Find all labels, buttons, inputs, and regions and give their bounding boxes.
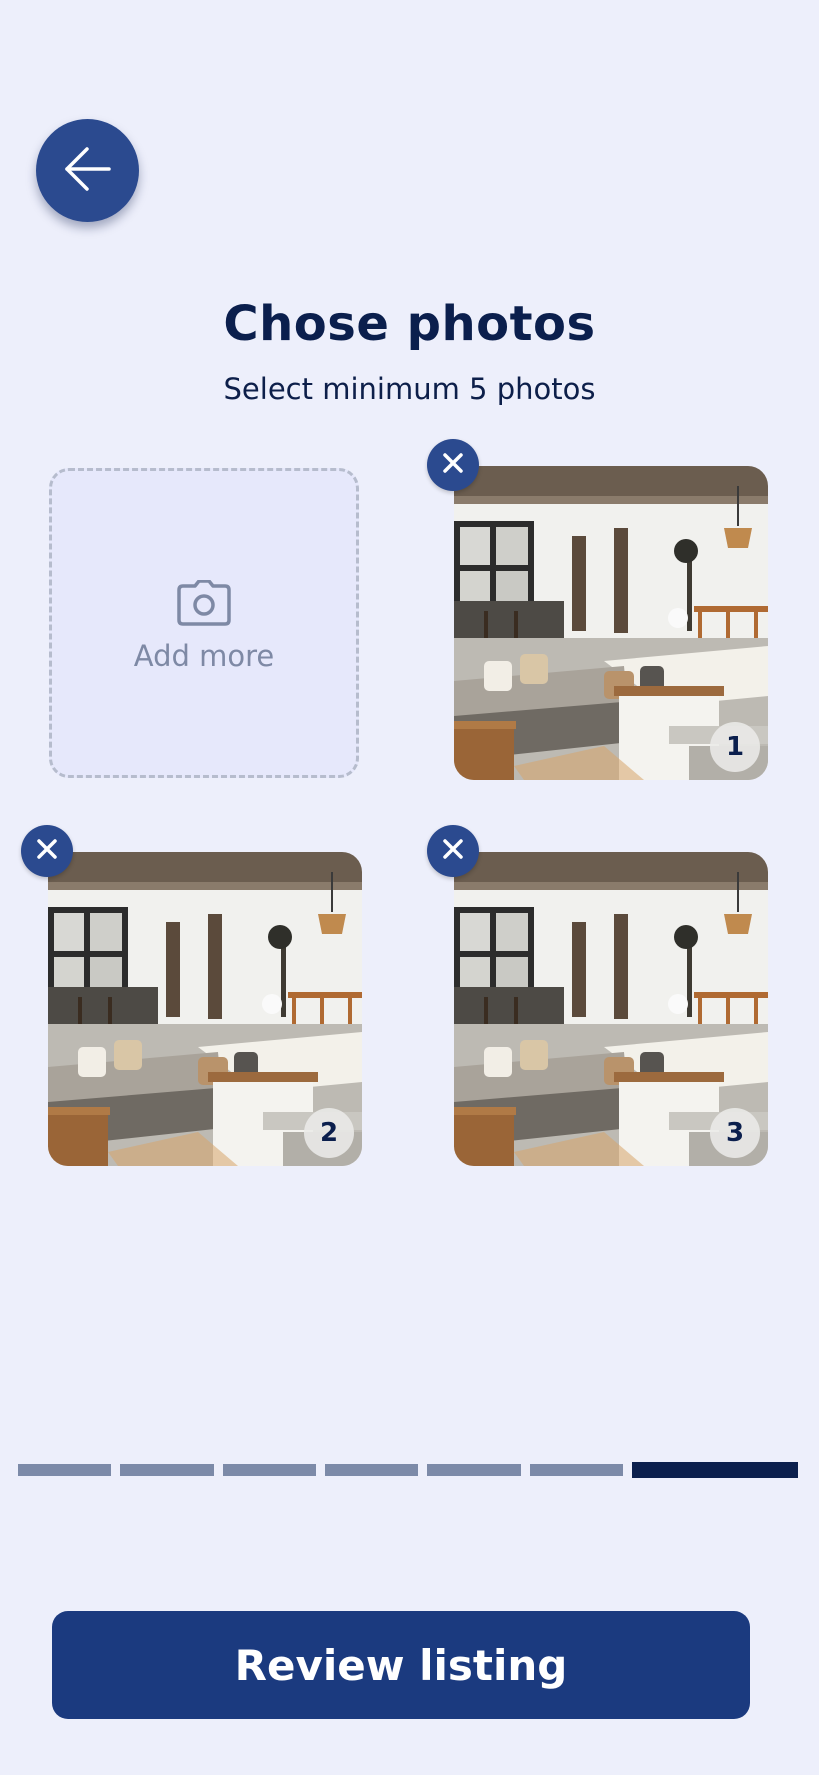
progress-step xyxy=(18,1464,112,1476)
add-more-label: Add more xyxy=(133,638,275,673)
remove-photo-button[interactable] xyxy=(427,825,479,877)
page-title: Chose photos xyxy=(223,296,596,352)
close-icon xyxy=(441,837,465,865)
progress-step xyxy=(325,1464,419,1476)
photo-order-badge: 3 xyxy=(710,1108,760,1158)
photo-tile-1[interactable]: 1 xyxy=(427,439,768,780)
photo-order-badge: 2 xyxy=(304,1108,354,1158)
review-listing-button[interactable]: Review listing xyxy=(52,1611,750,1719)
progress-step xyxy=(529,1464,623,1476)
photo-tile-3[interactable]: 3 xyxy=(427,825,768,1166)
back-button[interactable] xyxy=(36,119,139,222)
close-icon xyxy=(35,837,59,865)
progress-step xyxy=(222,1464,316,1476)
photo-order-badge: 1 xyxy=(710,722,760,772)
remove-photo-button[interactable] xyxy=(427,439,479,491)
close-icon xyxy=(441,451,465,479)
progress-step xyxy=(427,1464,521,1476)
camera-icon xyxy=(177,578,231,633)
arrow-left-icon xyxy=(59,140,117,202)
remove-photo-button[interactable] xyxy=(21,825,73,877)
page-subtitle: Select minimum 5 photos xyxy=(223,372,596,406)
progress-step-active xyxy=(632,1462,798,1478)
step-progress-bar xyxy=(18,1462,798,1478)
photo-tile-2[interactable]: 2 xyxy=(21,825,362,1166)
add-more-button[interactable]: Add more xyxy=(49,468,359,778)
progress-step xyxy=(120,1464,214,1476)
